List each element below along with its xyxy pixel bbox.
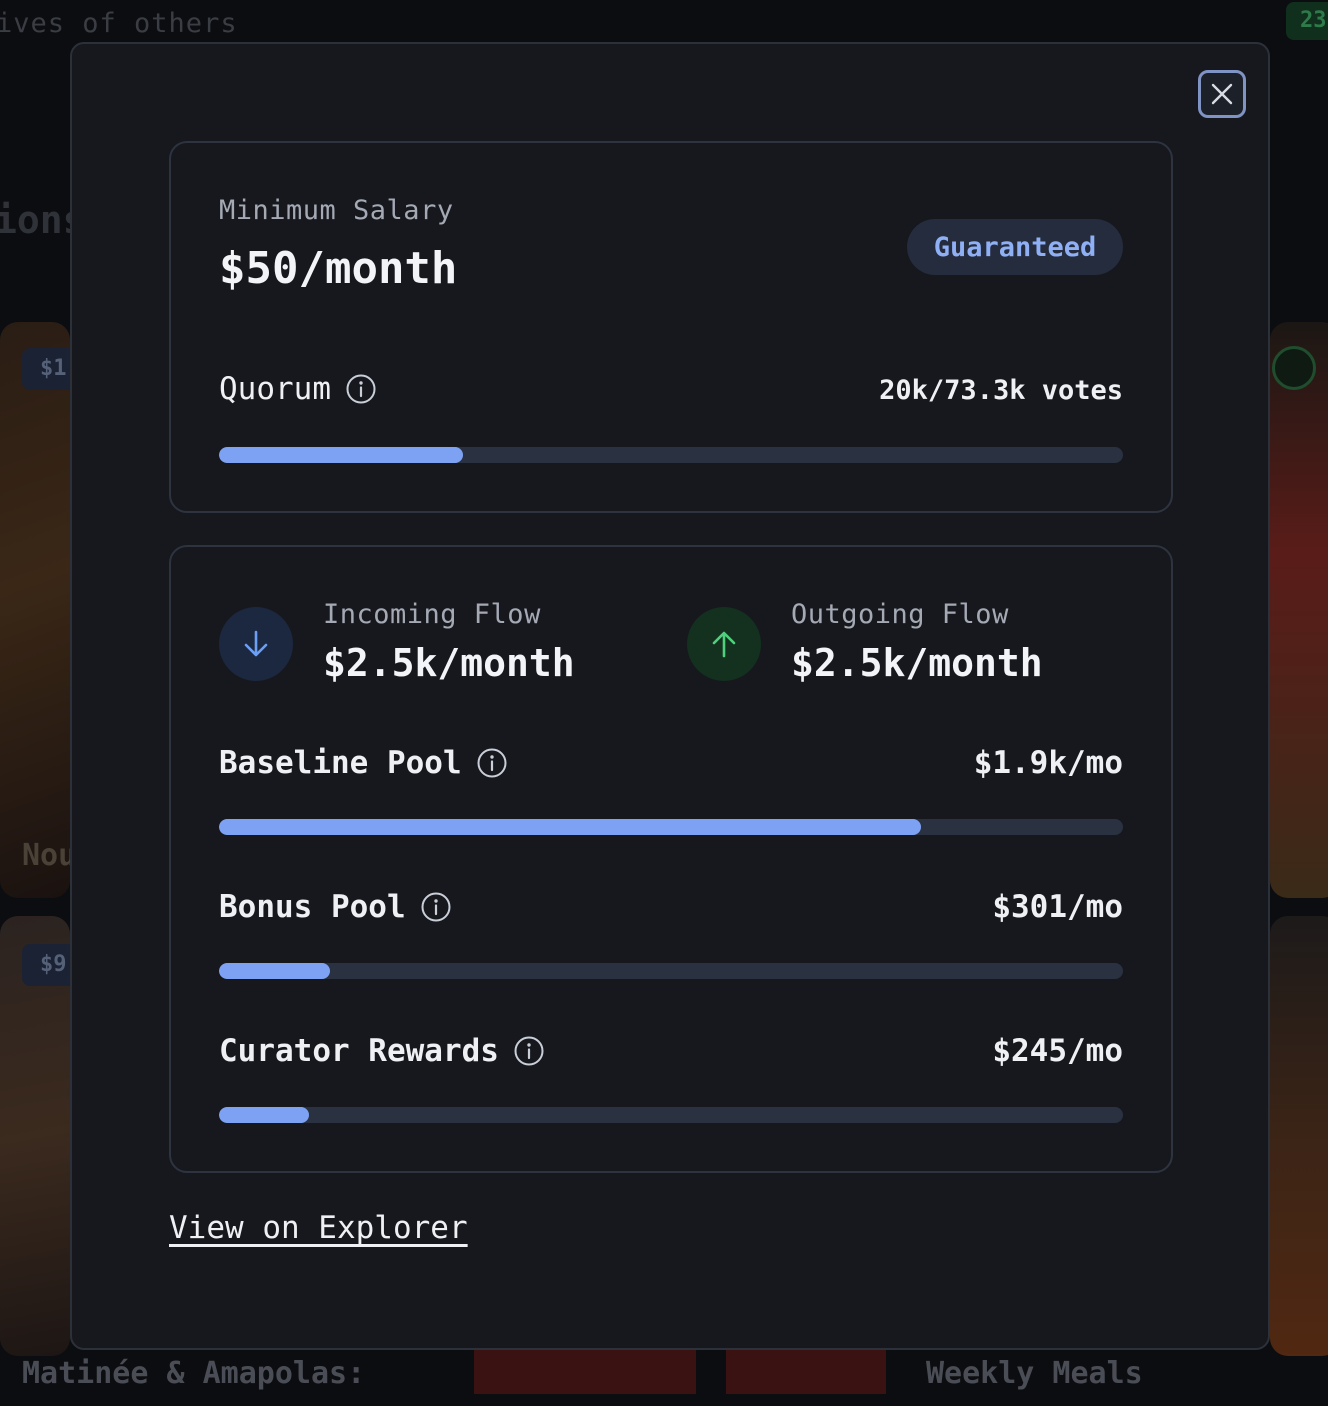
minimum-salary-label: Minimum Salary	[219, 195, 454, 226]
bonus-pool-progress-fill	[219, 963, 331, 979]
background-card-title: Matinée & Amapolas:	[22, 1356, 366, 1391]
view-on-explorer-link[interactable]: View on Explorer	[169, 1210, 468, 1246]
info-icon[interactable]	[476, 747, 508, 779]
curator-rewards-row: Curator Rewards	[219, 1033, 545, 1069]
info-icon[interactable]	[513, 1035, 545, 1067]
bonus-pool-progress-bar	[219, 963, 1123, 979]
info-icon[interactable]	[420, 891, 452, 923]
baseline-pool-progress-fill	[219, 819, 922, 835]
background-avatar	[1272, 346, 1316, 390]
incoming-flow-icon-badge	[219, 607, 293, 681]
quorum-progress-fill	[219, 447, 464, 463]
flows-card: Incoming Flow $2.5k/month Outgoing Flow …	[169, 545, 1173, 1173]
info-icon[interactable]	[345, 373, 377, 405]
baseline-pool-value: $1.9k/mo	[973, 745, 1123, 781]
baseline-pool-row: Baseline Pool	[219, 745, 508, 781]
background-card-title: Weekly Meals	[926, 1356, 1143, 1391]
quorum-progress-bar	[219, 447, 1123, 463]
curator-rewards-label: Curator Rewards	[219, 1033, 499, 1069]
baseline-pool-progress-bar	[219, 819, 1123, 835]
minimum-salary-card: Minimum Salary $50/month Guaranteed Quor…	[169, 141, 1173, 513]
bonus-pool-label: Bonus Pool	[219, 889, 406, 925]
outgoing-flow-icon-badge	[687, 607, 761, 681]
close-button[interactable]	[1198, 70, 1246, 118]
background-thumbnail	[474, 1350, 696, 1394]
curator-rewards-progress-fill	[219, 1107, 310, 1123]
background-card	[1270, 916, 1328, 1356]
close-icon	[1211, 83, 1233, 105]
arrow-down-icon	[244, 630, 268, 657]
curator-rewards-value: $245/mo	[992, 1033, 1123, 1069]
outgoing-flow-label: Outgoing Flow	[791, 599, 1009, 630]
outgoing-flow-value: $2.5k/month	[791, 641, 1043, 685]
incoming-flow-label: Incoming Flow	[323, 599, 541, 630]
curator-rewards-progress-bar	[219, 1107, 1123, 1123]
background-count-badge: 23	[1286, 2, 1328, 40]
incoming-flow-value: $2.5k/month	[323, 641, 575, 685]
bonus-pool-row: Bonus Pool	[219, 889, 452, 925]
quorum-label: Quorum	[219, 371, 331, 407]
quorum-row: Quorum	[219, 371, 377, 407]
quorum-votes: 20k/73.3k votes	[879, 375, 1123, 406]
bonus-pool-value: $301/mo	[992, 889, 1123, 925]
background-card	[1270, 322, 1328, 898]
background-thumbnail	[726, 1350, 886, 1394]
minimum-salary-value: $50/month	[219, 243, 458, 294]
background-card	[0, 322, 70, 898]
background-card-title: Nou	[22, 838, 77, 873]
baseline-pool-label: Baseline Pool	[219, 745, 462, 781]
guaranteed-badge: Guaranteed	[907, 219, 1123, 275]
flow-details-modal: Minimum Salary $50/month Guaranteed Quor…	[70, 42, 1270, 1350]
arrow-up-icon	[712, 631, 736, 658]
background-top-text: ives of others	[0, 8, 238, 39]
